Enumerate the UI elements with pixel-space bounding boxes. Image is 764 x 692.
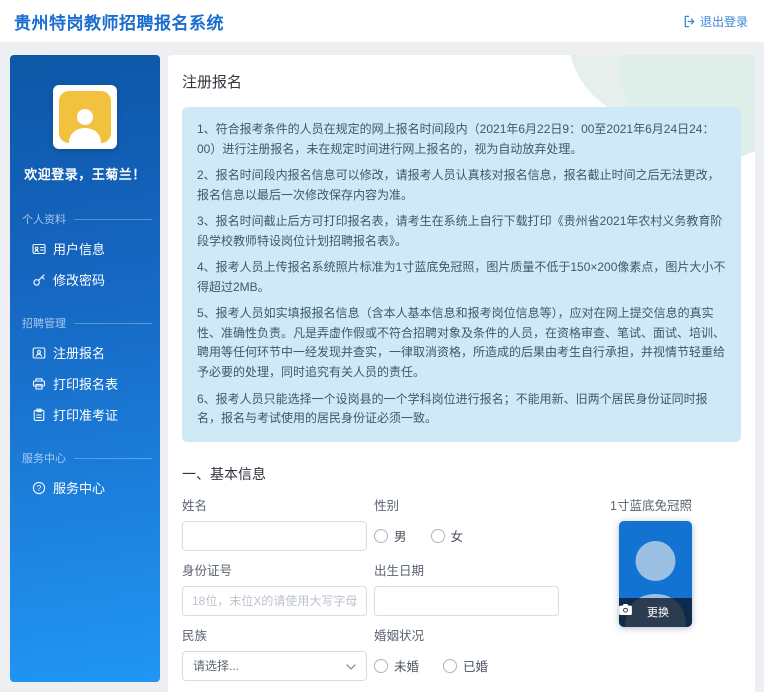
gender-radio-male[interactable]: 男 xyxy=(374,526,407,545)
sidebar-item-label: 用户信息 xyxy=(53,239,105,258)
help-icon: ? xyxy=(32,481,46,495)
radio-icon xyxy=(374,659,388,673)
sidebar-item-user-info[interactable]: 用户信息 xyxy=(10,233,160,264)
sidebar-section-service: 服务中心 ? 服务中心 xyxy=(10,450,160,503)
notice-paragraph: 4、报考人员上传报名系统照片标准为1寸蓝底免冠照，图片质量不低于150×200像… xyxy=(197,258,726,297)
sidebar-item-label: 修改密码 xyxy=(53,270,105,289)
radio-label: 已婚 xyxy=(463,656,488,675)
radio-icon xyxy=(374,529,388,543)
photo-change-label: 更换 xyxy=(647,604,669,620)
page-layout: 欢迎登录，王菊兰！ 个人资料 用户信息 xyxy=(0,42,764,692)
ethnicity-select[interactable]: 请选择... xyxy=(182,651,367,681)
sidebar-item-print-form[interactable]: 打印报名表 xyxy=(10,368,160,399)
notice-paragraph: 5、报考人员如实填报报名信息（含本人基本信息和报考岗位信息等），应对在网上提交信… xyxy=(197,304,726,382)
notice-paragraph: 2、报名时间段内报名信息可以修改，请报考人员认真核对报名信息，报名截止时间之后无… xyxy=(197,166,726,205)
email-field-group: 电子邮箱 xyxy=(182,681,367,692)
gender-field-group: 性别 男 女 xyxy=(374,486,559,551)
radio-icon xyxy=(443,659,457,673)
sidebar-section-title: 招聘管理 xyxy=(10,315,160,331)
sidebar-section-profile: 个人资料 用户信息 xyxy=(10,211,160,295)
sidebar-section-recruit: 招聘管理 注册报名 xyxy=(10,315,160,430)
section-label: 招聘管理 xyxy=(22,315,66,331)
printer-icon xyxy=(32,377,46,391)
gender-radio-group: 男 女 xyxy=(374,521,559,551)
section-divider xyxy=(74,323,152,324)
political-field-group: 政治面貌 请选择... xyxy=(374,681,559,692)
sidebar-item-label: 服务中心 xyxy=(53,478,105,497)
sidebar-item-register[interactable]: 注册报名 xyxy=(10,337,160,368)
name-label: 姓名 xyxy=(182,495,367,514)
birth-date-input[interactable] xyxy=(374,586,559,616)
sidebar-item-change-password[interactable]: 修改密码 xyxy=(10,264,160,295)
sidebar-section-title: 个人资料 xyxy=(10,211,160,227)
photo-preview: 更换 xyxy=(619,521,692,627)
radio-label: 未婚 xyxy=(394,656,419,675)
ethnicity-field-group: 民族 请选择... xyxy=(182,616,367,681)
avatar-card xyxy=(53,85,117,149)
notice-paragraph: 3、报名时间截止后方可打印报名表，请考生在系统上自行下载打印《贵州省2021年农… xyxy=(197,212,726,251)
register-icon xyxy=(32,346,46,360)
welcome-text: 欢迎登录，王菊兰！ xyxy=(10,164,160,183)
name-input[interactable] xyxy=(182,521,367,551)
sidebar: 欢迎登录，王菊兰！ 个人资料 用户信息 xyxy=(10,55,160,682)
id-number-input[interactable] xyxy=(182,586,367,616)
id-number-label: 身份证号 xyxy=(182,560,367,579)
id-number-field-group: 身份证号 xyxy=(182,551,367,616)
radio-icon xyxy=(431,529,445,543)
svg-text:?: ? xyxy=(37,483,42,492)
notice-paragraph: 1、符合报考条件的人员在规定的网上报名时间段内（2021年6月22日9：00至2… xyxy=(197,120,726,159)
marital-radio-group: 未婚 已婚 xyxy=(374,651,559,681)
badge-icon xyxy=(32,408,46,422)
sidebar-section-title: 服务中心 xyxy=(10,450,160,466)
gender-label: 性别 xyxy=(374,495,559,514)
sidebar-nav: 个人资料 用户信息 xyxy=(10,211,160,503)
sidebar-item-print-ticket[interactable]: 打印准考证 xyxy=(10,399,160,430)
photo-upload-block: 1寸蓝底免冠照 xyxy=(610,486,720,627)
section-label: 个人资料 xyxy=(22,211,66,227)
chevron-down-icon xyxy=(346,659,356,673)
key-icon xyxy=(32,273,46,287)
notice-box: 1、符合报考条件的人员在规定的网上报名时间段内（2021年6月22日9：00至2… xyxy=(182,107,741,442)
app-title: 贵州特岗教师招聘报名系统 xyxy=(14,9,224,34)
logout-icon xyxy=(683,15,696,28)
logout-label: 退出登录 xyxy=(700,13,748,30)
section-divider xyxy=(74,458,152,459)
avatar xyxy=(59,91,111,143)
logout-link[interactable]: 退出登录 xyxy=(683,13,748,30)
sidebar-item-label: 注册报名 xyxy=(53,343,105,362)
section-label: 服务中心 xyxy=(22,450,66,466)
marital-radio-married[interactable]: 已婚 xyxy=(443,656,488,675)
app-header: 贵州特岗教师招聘报名系统 退出登录 xyxy=(0,0,764,42)
id-card-icon xyxy=(32,242,46,256)
user-icon xyxy=(63,103,107,143)
notice-paragraph: 6、报考人员只能选择一个设岗县的一个学科岗位进行报名；不能用新、旧两个居民身份证… xyxy=(197,390,726,429)
form-section-title: 一、基本信息 xyxy=(182,464,741,484)
select-value: 请选择... xyxy=(193,657,239,674)
radio-label: 女 xyxy=(451,526,464,545)
main-panel: 注册报名 1、符合报考条件的人员在规定的网上报名时间段内（2021年6月22日9… xyxy=(168,55,755,692)
marital-label: 婚姻状况 xyxy=(374,625,559,644)
radio-label: 男 xyxy=(394,526,407,545)
photo-change-button[interactable]: 更换 xyxy=(619,598,692,627)
name-field-group: 姓名 xyxy=(182,486,367,551)
photo-label: 1寸蓝底免冠照 xyxy=(610,495,720,514)
ethnicity-label: 民族 xyxy=(182,625,367,644)
marital-radio-single[interactable]: 未婚 xyxy=(374,656,419,675)
sidebar-item-label: 打印报名表 xyxy=(53,374,118,393)
birth-date-label: 出生日期 xyxy=(374,560,559,579)
sidebar-item-service-center[interactable]: ? 服务中心 xyxy=(10,472,160,503)
birth-date-field-group: 出生日期 xyxy=(374,551,559,616)
marital-field-group: 婚姻状况 未婚 已婚 xyxy=(374,616,559,681)
gender-radio-female[interactable]: 女 xyxy=(431,526,464,545)
basic-info-form: 姓名 性别 男 女 xyxy=(182,486,741,692)
section-divider xyxy=(74,219,152,220)
page-title: 注册报名 xyxy=(182,71,741,92)
sidebar-item-label: 打印准考证 xyxy=(53,405,118,424)
